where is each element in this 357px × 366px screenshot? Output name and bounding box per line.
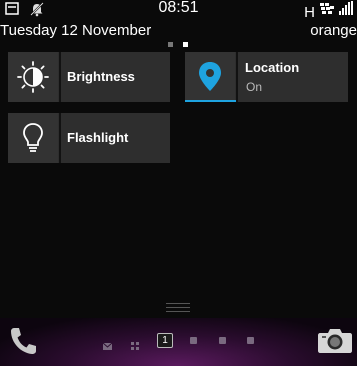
date-label: Tuesday 12 November	[0, 22, 152, 39]
page-dot-1[interactable]	[168, 42, 173, 47]
flashlight-tile[interactable]: Flashlight	[8, 113, 170, 163]
dock: 1	[0, 318, 357, 366]
location-pin-icon	[185, 52, 235, 102]
page-dot-2[interactable]	[183, 42, 188, 47]
brightness-icon	[8, 52, 58, 102]
tile-divider	[59, 113, 61, 163]
active-underline	[185, 100, 236, 102]
carrier-label: orange	[310, 22, 357, 39]
page-2-indicator[interactable]	[190, 337, 197, 344]
page-4-indicator[interactable]	[247, 337, 254, 344]
tile-divider	[59, 52, 61, 102]
tile-divider	[236, 52, 238, 102]
flashlight-label: Flashlight	[67, 130, 129, 145]
lightbulb-icon	[8, 113, 58, 163]
page-3-indicator[interactable]	[219, 337, 226, 344]
location-status: On	[246, 80, 263, 94]
network-type: H	[304, 4, 315, 21]
brightness-label: Brightness	[67, 69, 135, 84]
blackberry-messenger-icon	[319, 2, 335, 20]
page-1-indicator[interactable]: 1	[157, 333, 173, 348]
drag-handle[interactable]	[166, 303, 190, 315]
page-indicator	[168, 42, 188, 47]
location-tile[interactable]: Location On	[185, 52, 348, 102]
status-right: H	[304, 1, 353, 20]
camera-icon[interactable]	[317, 326, 353, 359]
grid-icon[interactable]	[131, 337, 139, 355]
messages-icon[interactable]	[102, 337, 113, 355]
status-bar: 08:51 H	[0, 0, 357, 22]
date-row: Tuesday 12 November orange	[0, 22, 357, 42]
location-label: Location	[245, 60, 300, 75]
screen: 08:51 H Tuesday 12 November orange Brigh…	[0, 0, 357, 366]
brightness-tile[interactable]: Brightness	[8, 52, 170, 102]
phone-icon[interactable]	[8, 325, 38, 362]
signal-icon	[339, 1, 353, 20]
